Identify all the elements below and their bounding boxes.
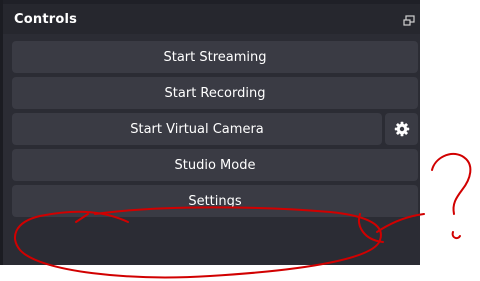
gear-icon: [394, 121, 409, 137]
controls-dock: Controls Start Streaming Start Recording…: [3, 0, 420, 265]
virtual-camera-settings-button[interactable]: [385, 113, 418, 145]
start-streaming-button[interactable]: Start Streaming: [12, 41, 418, 73]
settings-button[interactable]: Settings: [12, 185, 418, 217]
start-recording-button[interactable]: Start Recording: [12, 77, 418, 109]
controls-body: Start Streaming Start Recording Start Vi…: [3, 34, 420, 265]
question-mark-stroke: [431, 152, 472, 215]
studio-mode-button[interactable]: Studio Mode: [12, 149, 418, 181]
dock-title: Controls: [14, 12, 78, 27]
question-mark-dot: [451, 231, 461, 240]
dock-header[interactable]: Controls: [3, 4, 420, 34]
start-virtual-camera-button[interactable]: Start Virtual Camera: [12, 113, 382, 145]
float-window-icon[interactable]: [403, 15, 415, 27]
